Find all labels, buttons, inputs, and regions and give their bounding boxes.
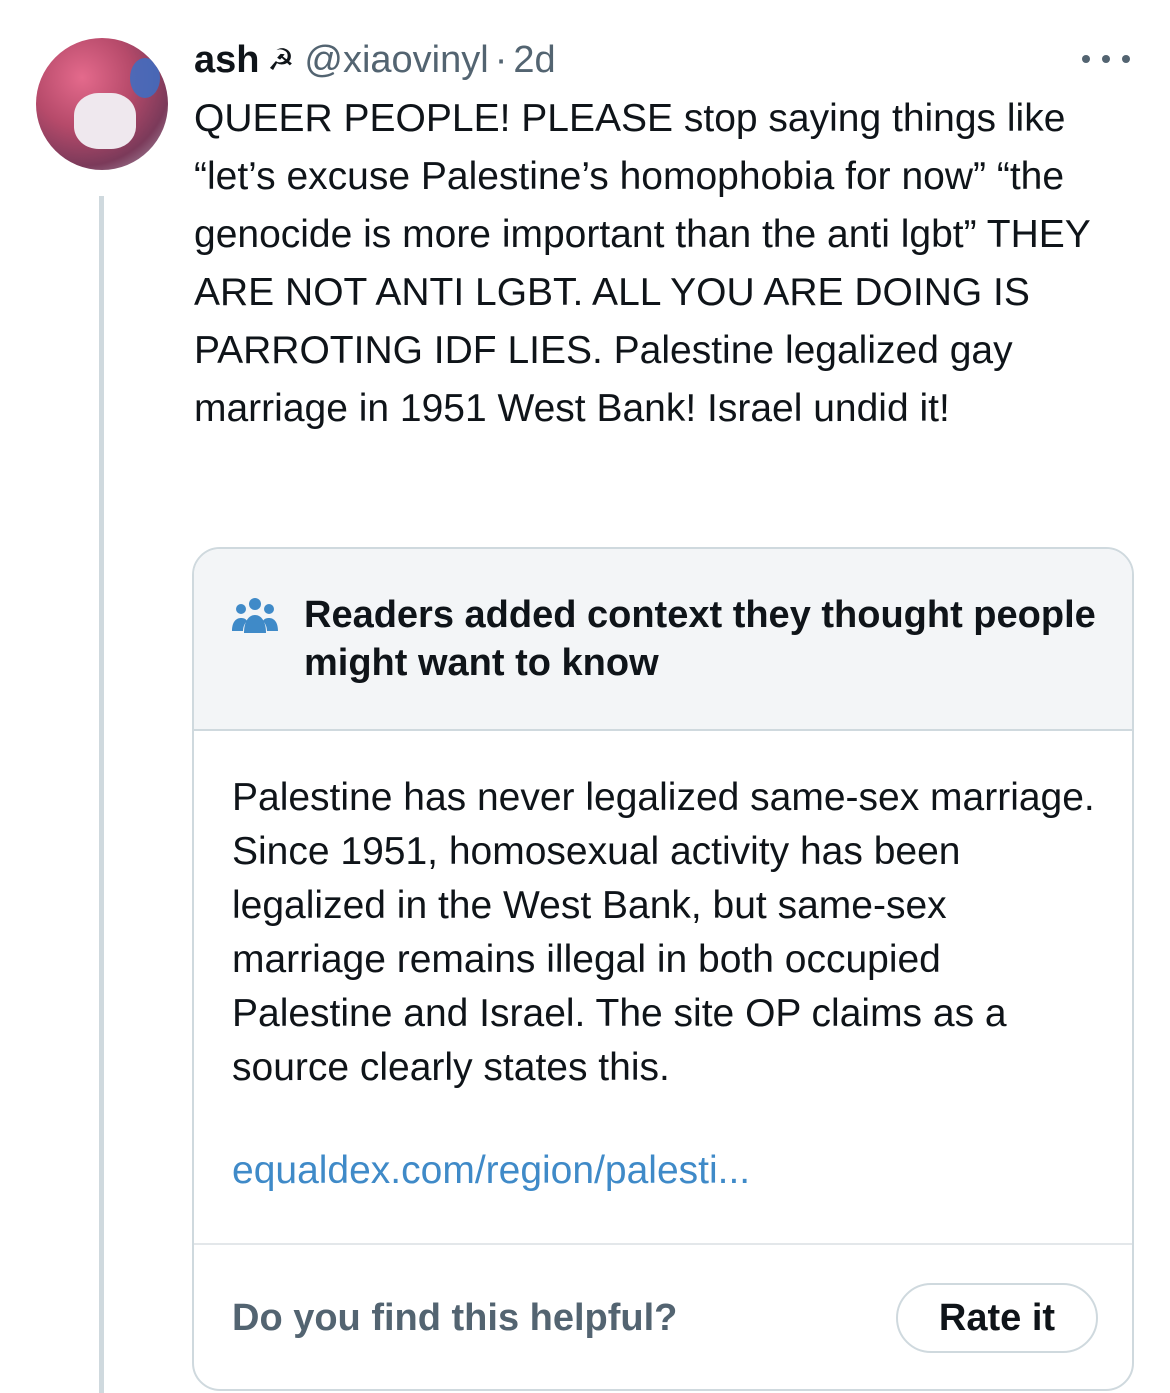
tweet-timestamp[interactable]: 2d — [513, 39, 555, 82]
community-note-title: Readers added context they thought peopl… — [304, 594, 1096, 684]
author-avatar[interactable] — [36, 38, 168, 170]
tweet-text: QUEER PEOPLE! PLEASE stop saying things … — [194, 97, 1091, 430]
more-dot — [1082, 55, 1090, 63]
avatar-hair — [130, 58, 160, 98]
community-note-source-link[interactable]: equaldex.com/region/palesti... — [232, 1149, 750, 1193]
more-dot — [1122, 55, 1130, 63]
more-dot — [1102, 55, 1110, 63]
community-note-body: Palestine has never legalized same-sex m… — [232, 776, 1095, 1089]
author-emoji: ☭ — [267, 43, 295, 77]
community-note: Readers added context they thought peopl… — [192, 547, 1134, 1391]
community-note-header: Readers added context they thought peopl… — [194, 549, 1132, 731]
header-separator: · — [494, 38, 508, 81]
rate-it-button[interactable]: Rate it — [896, 1283, 1098, 1353]
more-options-icon[interactable] — [1082, 44, 1130, 74]
tweet-header: ash ☭ @xiaovinyl · 2d — [194, 36, 556, 84]
community-note-divider — [194, 1243, 1132, 1245]
helpful-question: Do you find this helpful? — [232, 1297, 678, 1339]
thread-line — [99, 196, 104, 1393]
readers-group-icon — [232, 598, 278, 633]
author-handle[interactable]: @xiaovinyl — [304, 39, 488, 82]
avatar-face — [74, 93, 136, 149]
author-name[interactable]: ash — [194, 39, 259, 82]
